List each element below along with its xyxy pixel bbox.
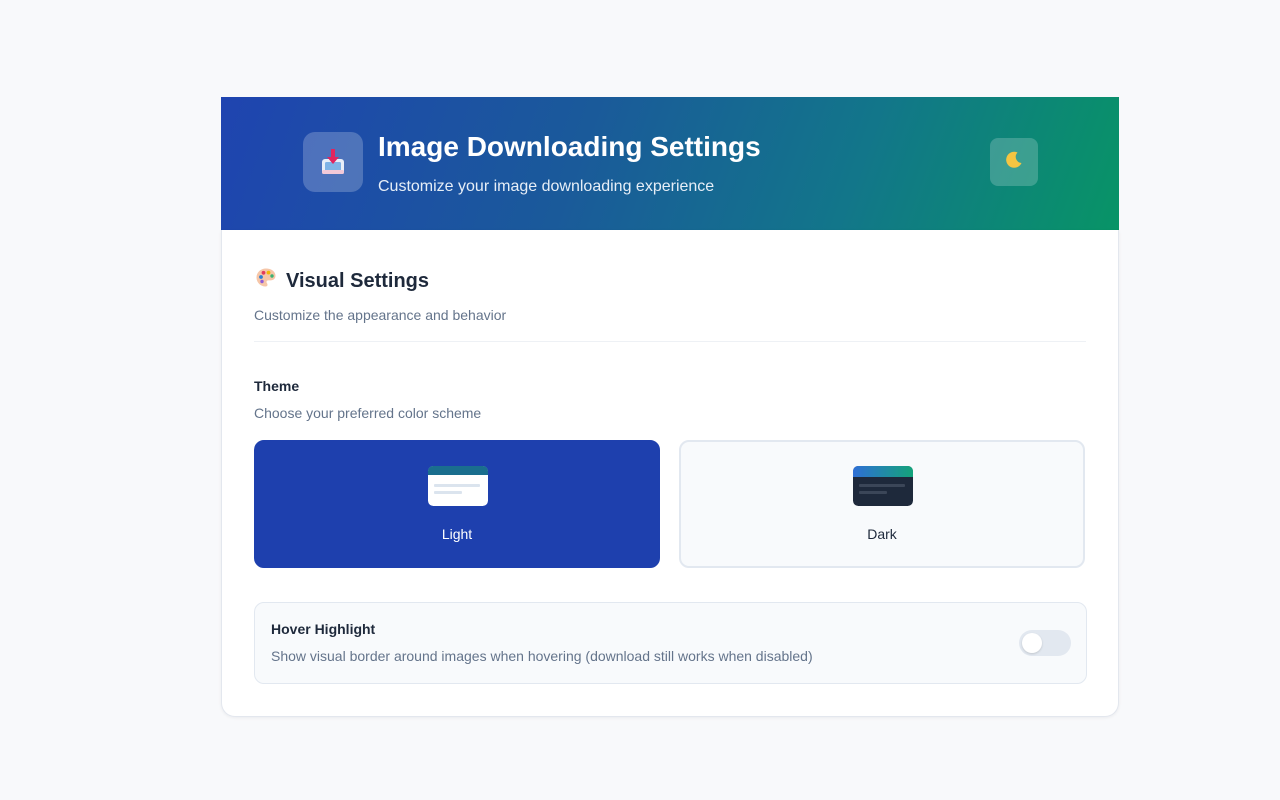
theme-label: Theme xyxy=(254,378,300,394)
theme-option-light[interactable]: Light xyxy=(254,440,660,568)
settings-window: Image Downloading Settings Customize you… xyxy=(221,97,1119,718)
light-theme-preview-icon xyxy=(428,466,488,506)
page-subtitle: Customize your image downloading experie… xyxy=(378,178,715,195)
hover-highlight-setting: Hover Highlight Show visual border aroun… xyxy=(254,602,1087,684)
divider xyxy=(254,341,1086,342)
crescent-moon-icon xyxy=(1004,150,1024,175)
section-title: Visual Settings xyxy=(254,266,429,296)
section-title-text: Visual Settings xyxy=(286,269,430,292)
theme-toggle-button[interactable] xyxy=(990,138,1038,186)
download-tray-icon xyxy=(303,132,363,192)
visual-settings-card: Visual Settings Customize the appearance… xyxy=(221,230,1119,717)
theme-description: Choose your preferred color scheme xyxy=(254,405,482,421)
theme-option-label: Dark xyxy=(867,526,897,542)
toggle-knob xyxy=(1022,633,1042,653)
settings-header: Image Downloading Settings Customize you… xyxy=(221,97,1119,230)
theme-option-dark[interactable]: Dark xyxy=(679,440,1085,568)
hover-highlight-toggle[interactable] xyxy=(1019,630,1071,656)
hover-highlight-description: Show visual border around images when ho… xyxy=(271,648,813,664)
page-title: Image Downloading Settings xyxy=(378,131,761,162)
dark-theme-preview-icon xyxy=(853,466,913,506)
section-subtitle: Customize the appearance and behavior xyxy=(254,307,507,323)
theme-option-label: Light xyxy=(441,526,473,542)
palette-icon xyxy=(254,266,278,296)
hover-highlight-title: Hover Highlight xyxy=(271,621,376,637)
